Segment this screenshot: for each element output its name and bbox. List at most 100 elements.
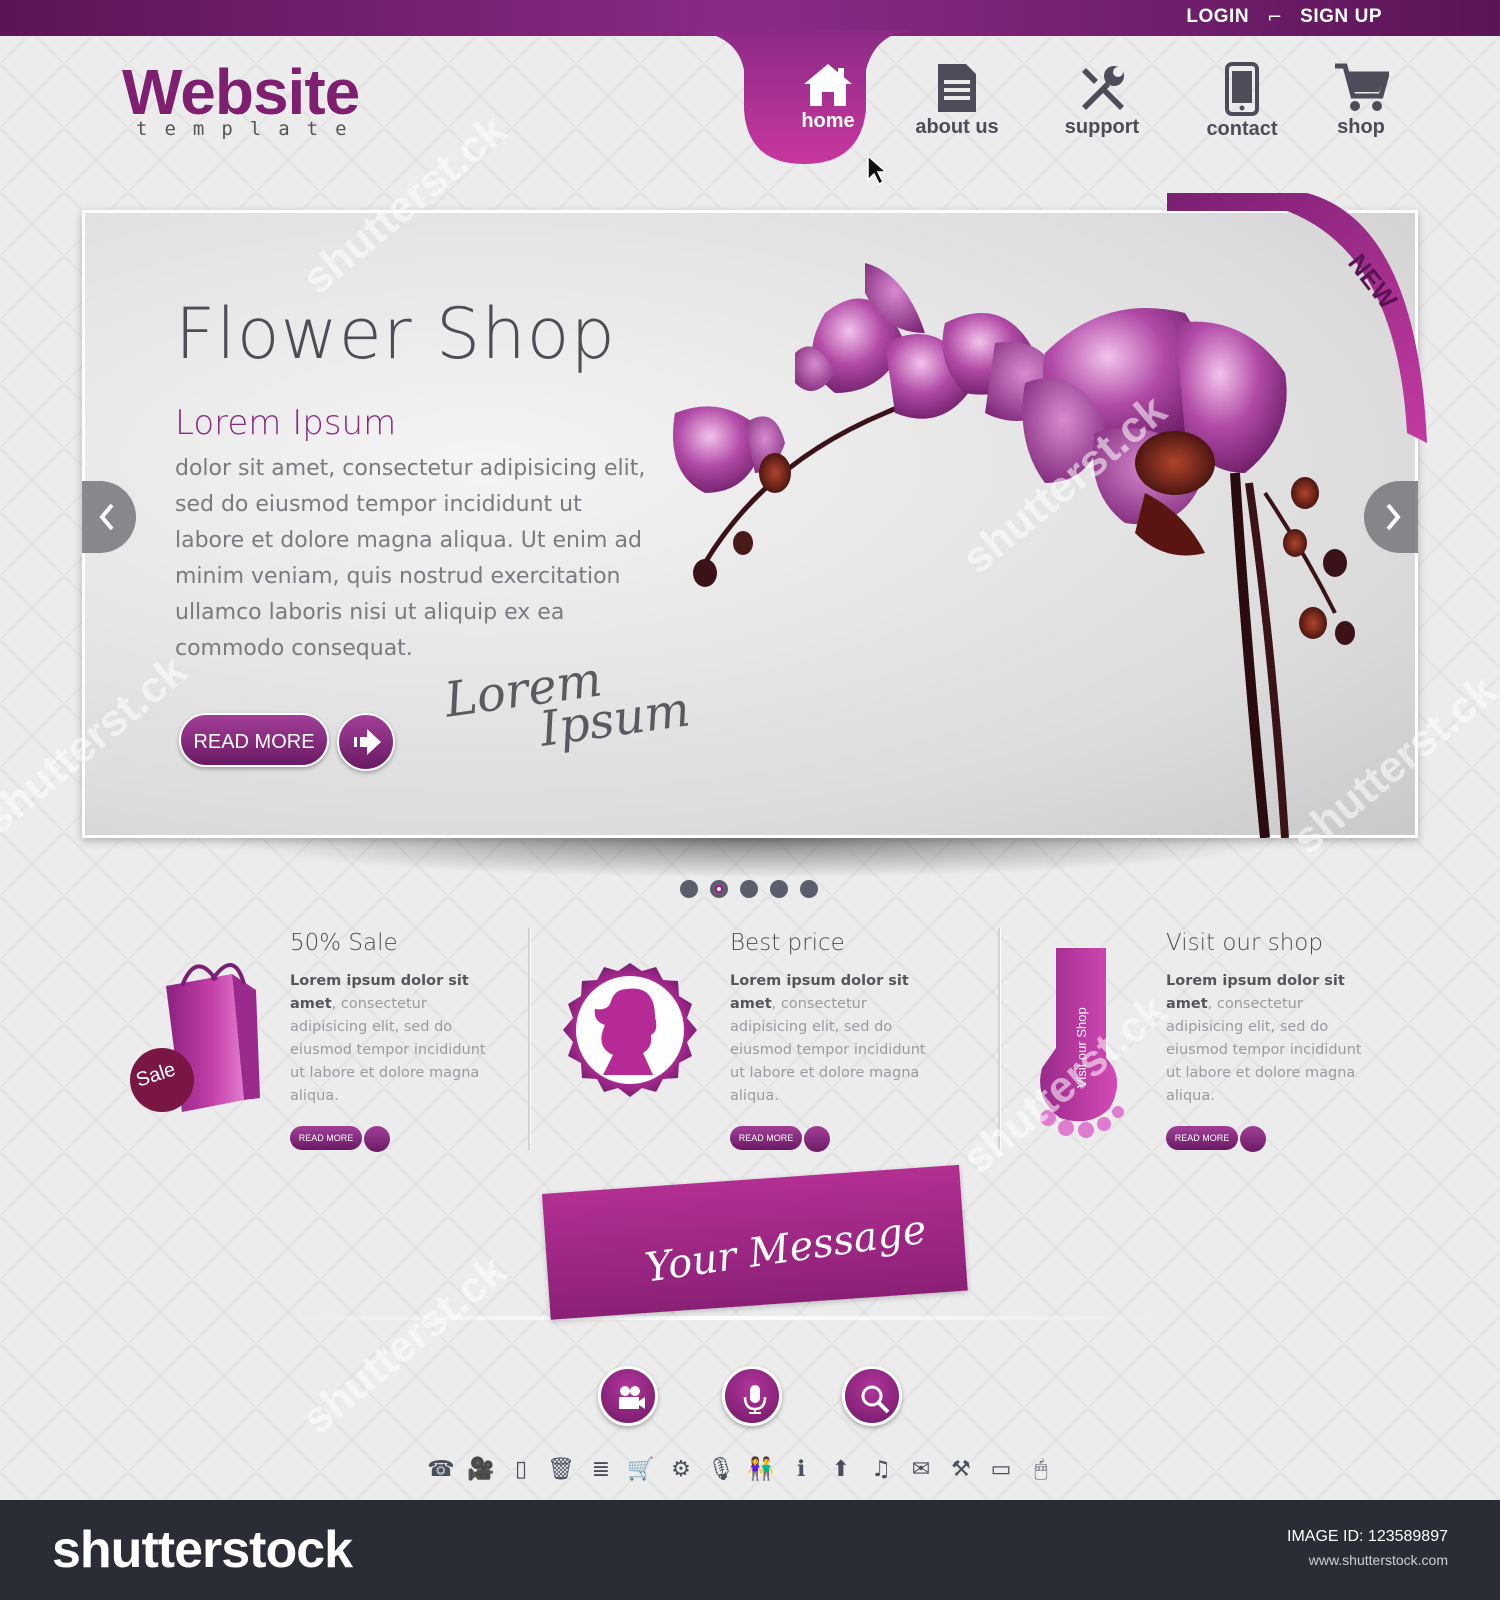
mouse-icon[interactable]: 🖱 [1028,1456,1054,1482]
video-camera-icon[interactable]: 🎥 [467,1456,494,1482]
nav-item-support[interactable]: support [1052,62,1152,139]
separator-icon: ⌐ [1267,6,1283,28]
slider-dot[interactable] [680,880,698,898]
slider-shadow [210,838,1290,878]
feature-arrow-button[interactable] [1240,1126,1266,1152]
watermark-brand: shutterstock [52,1521,353,1579]
watermark-site: www.shutterstock.com [1308,1552,1448,1568]
logo[interactable]: Website template [122,60,364,140]
watermark-footer: shutterstock IMAGE ID: 123589897 www.shu… [0,1500,1500,1600]
feature-sale: 50% Sale Lorem ipsum dolor sit amet, con… [290,930,500,1152]
mouse-cursor-icon [867,154,888,186]
watermark-image-id: IMAGE ID: 123589897 www.shutterstock.com [1287,1528,1448,1568]
slider-next-button[interactable] [1364,481,1418,553]
feature-divider [528,928,530,1150]
video-button[interactable] [598,1366,658,1426]
nav-label-contact: contact [1206,118,1278,140]
page: LOGIN ⌐ SIGN UP Website template home ab… [0,0,1500,1500]
slider-dot[interactable] [800,880,818,898]
upload-icon[interactable]: ⬆ [828,1456,854,1482]
tools-icon [1082,66,1124,110]
slider-dots [680,880,818,898]
shop-tag-label: Visit our Shop [1074,1007,1089,1088]
document-icon [938,64,976,112]
video-camera-icon [619,1386,645,1409]
image-id-label: IMAGE ID: 123589897 [1287,1528,1448,1545]
feature-visit-shop: Visit our shop Lorem ipsum dolor sit ame… [1166,930,1376,1152]
watermark-text: shutterst.ck [293,1245,516,1444]
footprint-tag-icon: Visit our Shop [1040,948,1124,1138]
music-icon[interactable]: ♫ [868,1456,894,1482]
microphone-icon[interactable]: 🎙 [707,1456,735,1482]
mobile-icon[interactable]: ▯ [508,1456,534,1482]
mail-icon[interactable]: ✉ [908,1456,934,1482]
nav-label-about: about us [915,116,999,138]
feature-divider [998,928,1000,1150]
feature-title: 50% Sale [290,930,398,956]
hero-slider: Flower Shop Lorem Ipsum dolor sit amet, … [82,193,1427,838]
nav-label-support: support [1064,116,1140,138]
slider-prev-button[interactable] [82,481,136,553]
signup-word-sign: SIGN [1300,6,1349,27]
feature-title: Visit our shop [1166,930,1323,956]
signup-link[interactable]: SIGN UP [1300,6,1382,28]
feature-title: Best price [730,930,845,956]
nav-item-shop[interactable]: shop [1316,62,1406,139]
cart-icon [1335,63,1389,111]
microphone-icon [743,1385,767,1414]
hero-title: Flower Shop [175,293,616,375]
hero-body: dolor sit amet, consectetur adipisicing … [175,456,646,661]
shopping-bag-icon [130,963,260,1112]
slider-dot-active[interactable] [710,880,728,898]
feature-text: Lorem ipsum dolor sit amet, consectetur … [1166,970,1376,1108]
login-link[interactable]: LOGIN [1186,6,1249,28]
nav-item-contact[interactable]: contact [1192,62,1292,141]
feature-read-more-button[interactable]: READ MORE [730,1126,802,1150]
icon-row: ☎ 🎥 ▯ 🗑 ≣ 🛒 ⚙ 🎙 👫 ℹ ⬆ ♫ ✉ ⚒ ▭ 🖱 [427,1456,1054,1482]
document-icon[interactable]: ≣ [588,1456,614,1482]
feature-text: Lorem ipsum dolor sit amet, consectetur … [730,970,940,1108]
cart-icon[interactable]: 🛒 [627,1456,654,1482]
tools-icon[interactable]: ⚒ [948,1456,974,1482]
feature-arrow-button[interactable] [804,1126,830,1152]
feature-best-price: Best price Lorem ipsum dolor sit amet, c… [730,930,940,1152]
arrow-right-icon [351,729,381,755]
phone-icon[interactable]: ☎ [427,1456,454,1482]
auth-links: LOGIN ⌐ SIGN UP [1186,6,1382,28]
people-icon[interactable]: 👫 [747,1456,774,1482]
info-icon[interactable]: ℹ [788,1456,814,1482]
microphone-button[interactable] [722,1366,782,1426]
feature-text-rest: , consectetur adipisicing elit, sed do e… [1166,996,1362,1104]
new-ribbon: NEW [1167,193,1427,443]
phone-icon [1225,62,1259,116]
nav-item-home[interactable]: home [778,62,878,133]
slider-dot[interactable] [770,880,788,898]
nav-label-home: home [801,110,855,132]
nav-item-about[interactable]: about us [902,62,1012,139]
gear-icon[interactable]: ⚙ [668,1456,694,1482]
feature-text-rest: , consectetur adipisicing elit, sed do e… [730,996,926,1104]
hero-subtitle: Lorem Ipsum [175,403,397,443]
signup-word-up: UP [1354,6,1382,27]
logo-subtitle: template [136,118,364,140]
nav-label-shop: shop [1337,116,1385,138]
trash-icon[interactable]: 🗑 [547,1456,575,1482]
feature-read-more-button[interactable]: READ MORE [290,1126,362,1150]
read-more-button[interactable]: READ MORE [179,713,329,767]
feature-arrow-button[interactable] [364,1126,390,1152]
logo-title: Website [122,60,364,124]
woman-silhouette-badge-icon [563,963,697,1097]
feature-text-rest: , consectetur adipisicing elit, sed do e… [290,996,486,1104]
banner-shelf [280,1316,1160,1320]
battery-icon[interactable]: ▭ [988,1456,1014,1482]
slider-dot[interactable] [740,880,758,898]
home-icon [804,64,852,106]
search-icon [861,1385,890,1414]
feature-read-more-button[interactable]: READ MORE [1166,1126,1238,1150]
feature-text: Lorem ipsum dolor sit amet, consectetur … [290,970,500,1108]
read-more-arrow-button[interactable] [337,713,395,771]
main-nav: home about us support contact shop [760,62,1400,152]
search-button[interactable] [842,1366,902,1426]
chevron-right-icon [1386,503,1401,531]
chevron-left-icon [99,503,114,531]
